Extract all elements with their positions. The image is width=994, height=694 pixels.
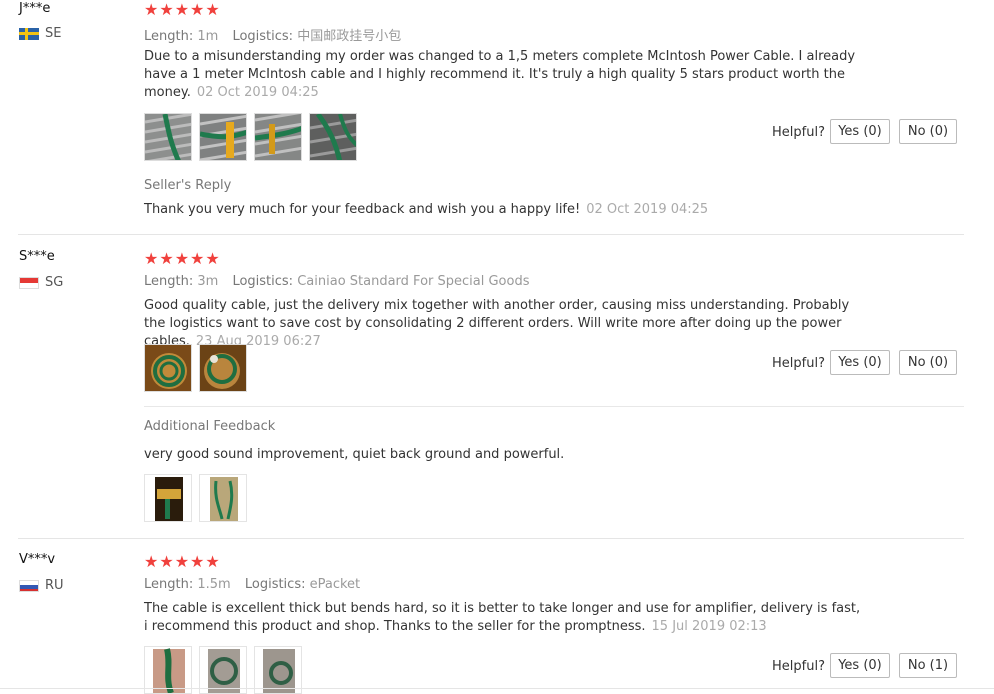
star-icon: ★ [190, 552, 206, 571]
logistics-label: Logistics: [232, 274, 294, 289]
seller-reply-date: 02 Oct 2019 04:25 [586, 202, 709, 217]
helpful-yes-button[interactable]: Yes (0) [830, 653, 890, 678]
country-code: RU [45, 578, 64, 593]
review-attributes: Length: 1m Logistics: 中国邮政挂号小包 [144, 25, 411, 44]
review-photo[interactable] [254, 646, 302, 694]
additional-feedback-label: Additional Feedback [144, 419, 276, 434]
review-photo[interactable] [144, 474, 192, 522]
length-value: 1m [197, 29, 219, 44]
logistics-label: Logistics: [232, 29, 294, 44]
review-photo[interactable] [309, 113, 357, 161]
review-photo[interactable] [144, 344, 192, 392]
reviewer-country: RU [19, 578, 64, 593]
star-icon: ★ [174, 552, 191, 571]
helpful-no-button[interactable]: No (0) [899, 350, 957, 375]
additional-divider [144, 406, 964, 407]
country-code: SE [45, 26, 62, 41]
sweden-flag-icon [19, 27, 39, 40]
star-icon: ★ [174, 0, 191, 19]
logistics-label: Logistics: [244, 577, 306, 592]
review-photos [144, 646, 302, 694]
reviewer-country: SG [19, 275, 63, 290]
length-value: 3m [197, 274, 219, 289]
review-photos [144, 344, 247, 392]
review-photo[interactable] [254, 113, 302, 161]
star-rating: ★★★★★ [144, 249, 221, 268]
review-attributes: Length: 1.5m Logistics: ePacket [144, 577, 370, 592]
review-date: 02 Oct 2019 04:25 [196, 85, 319, 100]
star-icon: ★ [144, 552, 160, 571]
helpful-no-button[interactable]: No (1) [899, 653, 957, 678]
reviewer-name: S***e [19, 249, 55, 264]
review-photo[interactable] [199, 646, 247, 694]
seller-reply: Thank you very much for your feedback an… [144, 201, 864, 219]
additional-feedback-text: very good sound improvement, quiet back … [144, 447, 565, 462]
country-code: SG [45, 275, 64, 290]
helpful-yes-button[interactable]: Yes (0) [830, 350, 890, 375]
star-icon: ★ [174, 249, 191, 268]
singapore-flag-icon [19, 276, 39, 289]
star-rating: ★★★★★ [144, 0, 221, 19]
reviewer-name: J***e [19, 1, 51, 16]
length-label: Length: [144, 274, 194, 289]
helpful-label: Helpful? [772, 125, 825, 140]
logistics-value: ePacket [309, 577, 361, 592]
review-photo[interactable] [199, 113, 247, 161]
star-icon: ★ [144, 249, 160, 268]
reviewer-country: SE [19, 26, 61, 41]
review-divider [18, 234, 964, 235]
review-photo[interactable] [144, 646, 192, 694]
helpful-yes-button[interactable]: Yes (0) [830, 119, 890, 144]
review-photo[interactable] [144, 113, 192, 161]
russia-flag-icon [19, 579, 39, 592]
star-icon: ★ [159, 552, 175, 571]
star-icon: ★ [144, 0, 160, 19]
star-icon: ★ [205, 249, 221, 268]
reviewer-name: V***v [19, 552, 56, 567]
review-divider [18, 538, 964, 539]
additional-photos [144, 474, 247, 522]
star-icon: ★ [205, 0, 221, 19]
helpful-label: Helpful? [772, 356, 825, 371]
review-date: 15 Jul 2019 02:13 [651, 619, 767, 634]
helpful-label: Helpful? [772, 659, 825, 674]
star-icon: ★ [190, 249, 206, 268]
length-label: Length: [144, 29, 194, 44]
helpful-no-button[interactable]: No (0) [899, 119, 957, 144]
star-icon: ★ [205, 552, 221, 571]
review-attributes: Length: 3m Logistics: Cainiao Standard F… [144, 274, 539, 289]
bottom-divider [0, 688, 994, 689]
logistics-value: Cainiao Standard For Special Goods [297, 274, 530, 289]
length-label: Length: [144, 577, 194, 592]
seller-reply-text: Thank you very much for your feedback an… [144, 202, 581, 217]
review-photos [144, 113, 357, 161]
seller-reply-label: Seller's Reply [144, 178, 232, 193]
review-text: Due to a misunderstanding my order was c… [144, 48, 864, 102]
length-value: 1.5m [197, 577, 231, 592]
review-photo[interactable] [199, 344, 247, 392]
review-text: Good quality cable, just the delivery mi… [144, 297, 864, 351]
review-photo[interactable] [199, 474, 247, 522]
logistics-value: 中国邮政挂号小包 [297, 29, 402, 44]
review-text: The cable is excellent thick but bends h… [144, 600, 864, 636]
star-icon: ★ [159, 249, 175, 268]
star-icon: ★ [159, 0, 175, 19]
star-rating: ★★★★★ [144, 552, 221, 571]
star-icon: ★ [190, 0, 206, 19]
